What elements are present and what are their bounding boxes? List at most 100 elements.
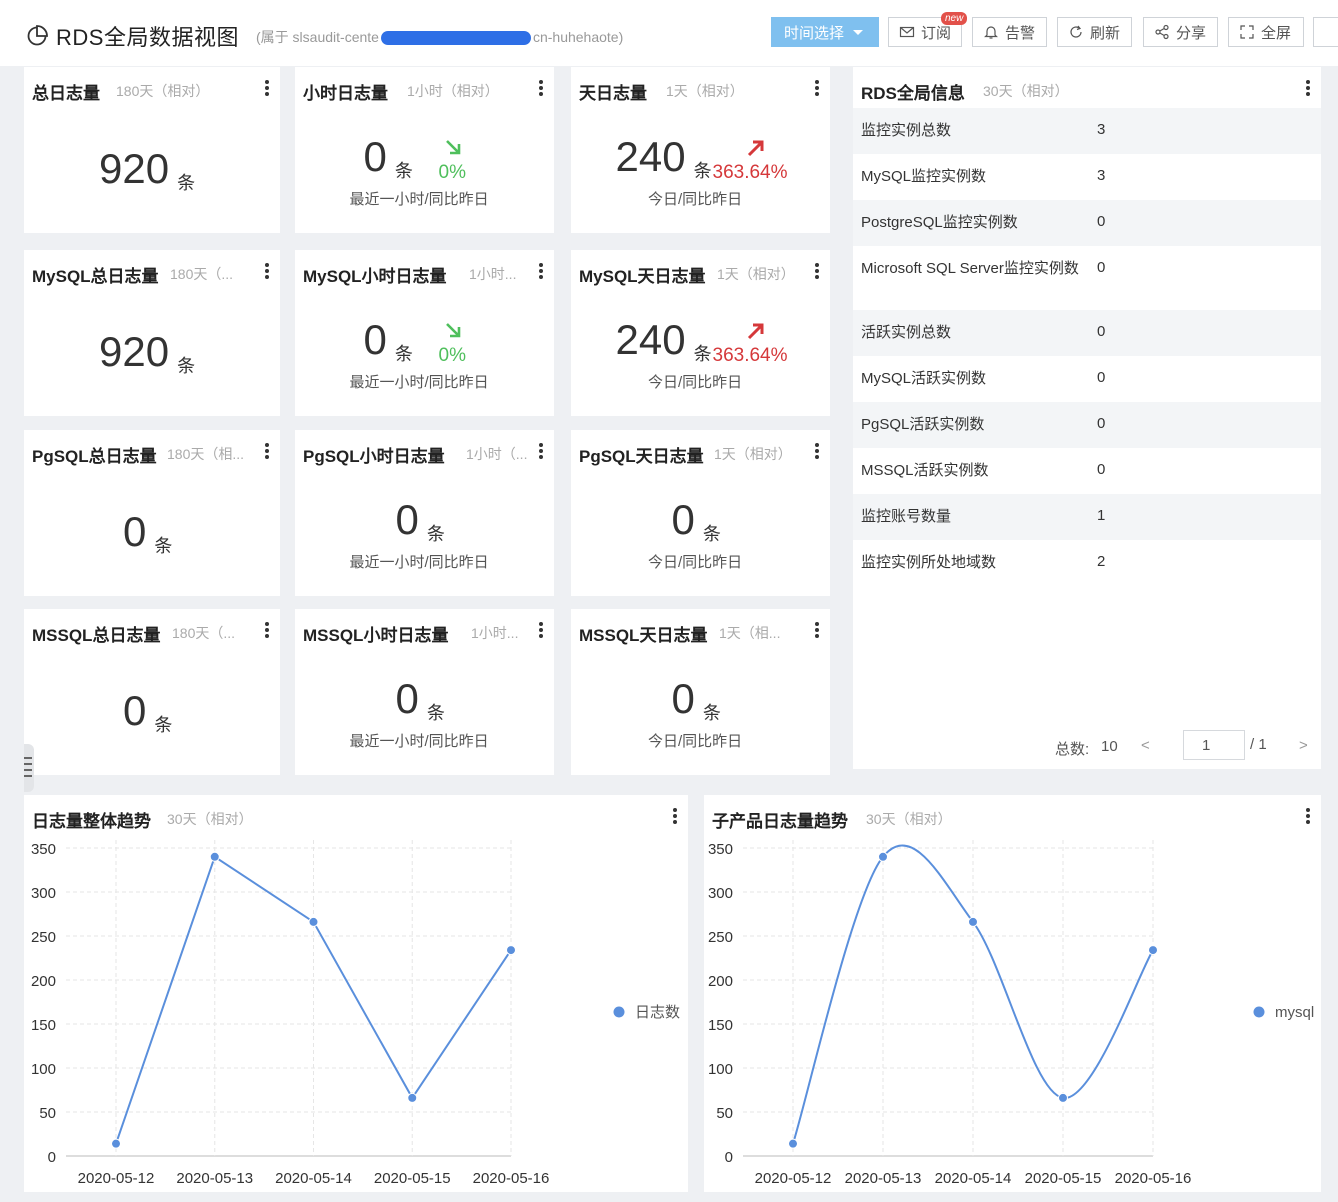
card-range: 180天（... (172, 625, 236, 641)
stat-value: 0条 (123, 508, 173, 556)
info-row: MySQL监控实例数 3 (853, 154, 1321, 200)
alarm-button[interactable]: 告警 (972, 17, 1047, 47)
more-menu-icon[interactable] (264, 622, 270, 640)
fullscreen-button[interactable]: 全屏 (1228, 17, 1304, 47)
more-menu-icon[interactable] (814, 80, 820, 98)
stat-unit: 条 (394, 344, 413, 364)
pagination: 总数: 10 < 1 / 1 > (853, 727, 1321, 767)
info-value: 0 (1097, 323, 1106, 340)
stat-caption: 今日/同比昨日 (648, 374, 743, 391)
info-row: PostgreSQL监控实例数 0 (853, 200, 1321, 246)
side-drawer-handle[interactable] (24, 744, 34, 792)
card-range: 180天（相... (167, 446, 245, 462)
y-tick-label: 350 (31, 841, 56, 858)
info-value: 3 (1097, 121, 1106, 138)
y-tick-label: 50 (716, 1105, 733, 1122)
trend-down-arrow-icon (445, 323, 460, 338)
card-range: 1天（相对） (717, 266, 795, 282)
info-value: 0 (1097, 369, 1106, 386)
page-total: / 1 (1250, 736, 1267, 753)
more-menu-icon[interactable] (264, 263, 270, 281)
card-title: 天日志量 (579, 84, 647, 103)
prev-page-button[interactable]: < (1141, 737, 1150, 754)
info-value: 0 (1097, 461, 1106, 478)
stat-unit: 条 (177, 173, 196, 193)
stat-unit: 条 (177, 356, 196, 376)
total-label: 总数: (1055, 741, 1090, 758)
stat-card: PgSQL小时日志量 1小时（... 0 条最近一小时/同比昨日 (295, 430, 554, 596)
stat-caption: 最近一小时/同比昨日 (349, 191, 489, 208)
card-range: 1天（相... (719, 625, 781, 641)
more-toolbar-button[interactable] (1313, 17, 1338, 47)
info-row: MySQL活跃实例数 0 (853, 356, 1321, 402)
info-key: MSSQL活跃实例数 (861, 462, 989, 479)
x-tick-label: 2020-05-16 (473, 1170, 550, 1187)
stat-card: MySQL天日志量 1天（相对） 240 条 363.64% 今日/同比昨日 (571, 250, 830, 416)
stat-value: 240 条 (615, 316, 712, 364)
more-menu-icon[interactable] (814, 622, 820, 640)
trend-percent: 0% (438, 345, 466, 366)
x-tick-label: 2020-05-12 (78, 1170, 155, 1187)
stat-value: 0条 (123, 687, 173, 735)
stat-card: MSSQL小时日志量 1小时... 0 条最近一小时/同比昨日 (295, 609, 554, 775)
trend-percent: 363.64% (712, 345, 788, 366)
line-chart-product: 0 50 100 150 200 250 300 350 2020-05-12 2020-05-1… (708, 840, 1314, 1187)
info-key: PgSQL活跃实例数 (861, 416, 985, 433)
legend-marker (1253, 1006, 1265, 1018)
stat-value: 0条 (363, 316, 413, 364)
info-key: 监控实例所处地域数 (861, 554, 997, 571)
line-chart-overall: 0 50 100 150 200 250 300 350 2020-05-12 2020-05-1… (31, 840, 680, 1187)
more-menu-icon[interactable] (1305, 80, 1311, 98)
caret-down-icon (853, 30, 863, 35)
share-button[interactable]: 分享 (1143, 17, 1218, 47)
card-title: MySQL总日志量 (32, 267, 159, 286)
stat-unit: 条 (394, 161, 413, 181)
page-number-input[interactable]: 1 (1183, 730, 1245, 760)
info-key: 活跃实例总数 (861, 324, 952, 341)
stat-value: 0条 (671, 496, 721, 544)
new-badge: new (941, 12, 968, 25)
card-title: 总日志量 (32, 84, 100, 103)
more-menu-icon[interactable] (538, 622, 544, 640)
refresh-button[interactable]: 刷新 (1057, 17, 1132, 47)
info-row: 活跃实例总数 0 (853, 310, 1321, 356)
more-menu-icon[interactable] (814, 263, 820, 281)
y-tick-label: 150 (708, 1017, 733, 1034)
y-tick-label: 0 (48, 1149, 56, 1166)
y-tick-label: 100 (31, 1061, 56, 1078)
stat-card: 天日志量 1天（相对） 240 条 363.64% 今日/同比昨日 (571, 67, 830, 233)
y-tick-label: 300 (31, 885, 56, 902)
stat-caption: 今日/同比昨日 (648, 191, 743, 208)
stat-unit: 条 (426, 524, 445, 544)
info-key: MySQL监控实例数 (861, 168, 987, 185)
stat-card: PgSQL天日志量 1天（相对） 0 条今日/同比昨日 (571, 430, 830, 596)
more-menu-icon[interactable] (264, 443, 270, 461)
expand-icon (1240, 25, 1254, 39)
product-trend-card: 子产品日志量趋势 30天（相对） 0 50 100 150 200 250 300 350 20… (704, 795, 1321, 1192)
card-title: MSSQL小时日志量 (303, 626, 449, 645)
stat-unit: 条 (154, 715, 173, 735)
share-icon (1155, 24, 1169, 40)
stat-value: 240 条 (615, 133, 712, 181)
stat-caption: 最近一小时/同比昨日 (349, 374, 489, 391)
more-menu-icon[interactable] (538, 263, 544, 281)
trend-percent: 0% (438, 162, 466, 183)
y-tick-label: 250 (31, 929, 56, 946)
data-point (111, 1138, 121, 1149)
next-page-button[interactable]: > (1299, 737, 1308, 754)
card-title: MSSQL总日志量 (32, 626, 161, 645)
time-select-button[interactable]: 时间选择 (771, 17, 879, 47)
info-value: 0 (1097, 415, 1106, 432)
more-menu-icon[interactable] (814, 443, 820, 461)
info-value: 3 (1097, 167, 1106, 184)
stat-value: 0条 (395, 675, 445, 723)
card-title: MySQL天日志量 (579, 267, 706, 286)
more-menu-icon[interactable] (538, 80, 544, 98)
more-menu-icon[interactable] (264, 80, 270, 98)
stat-unit: 条 (693, 344, 712, 364)
card-title: MySQL小时日志量 (303, 267, 447, 286)
info-value: 0 (1097, 213, 1106, 230)
more-menu-icon[interactable] (538, 443, 544, 461)
info-row: MSSQL活跃实例数 0 (853, 448, 1321, 494)
data-point (308, 916, 319, 927)
